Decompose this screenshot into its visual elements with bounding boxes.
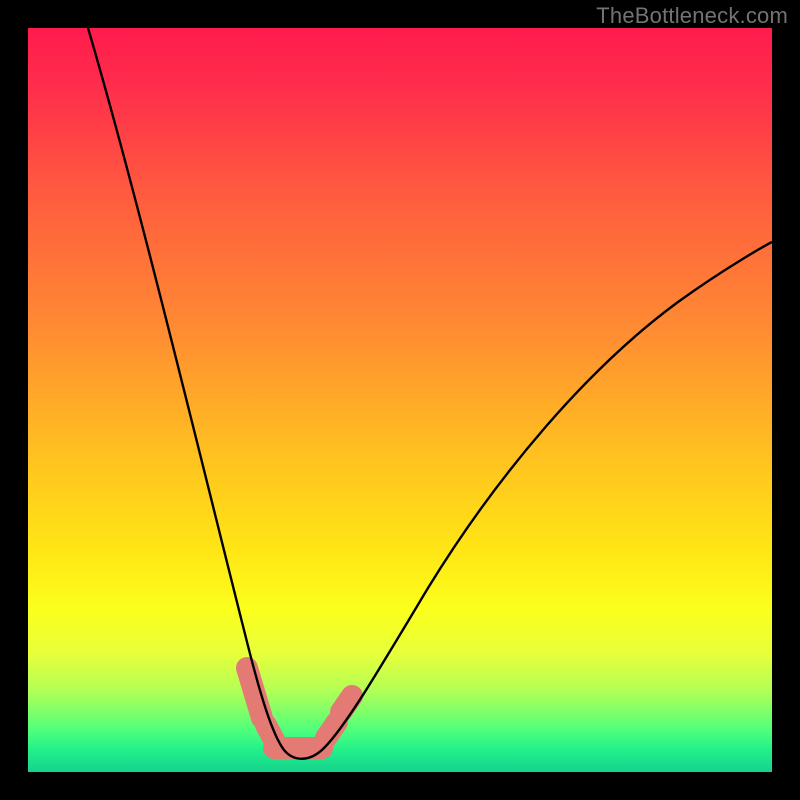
plot-area (28, 28, 772, 772)
bottleneck-curve (88, 28, 772, 759)
fit-band (247, 668, 352, 748)
watermark-text: TheBottleneck.com (596, 3, 788, 29)
chart-frame: TheBottleneck.com (0, 0, 800, 800)
curve-overlay (28, 28, 772, 772)
